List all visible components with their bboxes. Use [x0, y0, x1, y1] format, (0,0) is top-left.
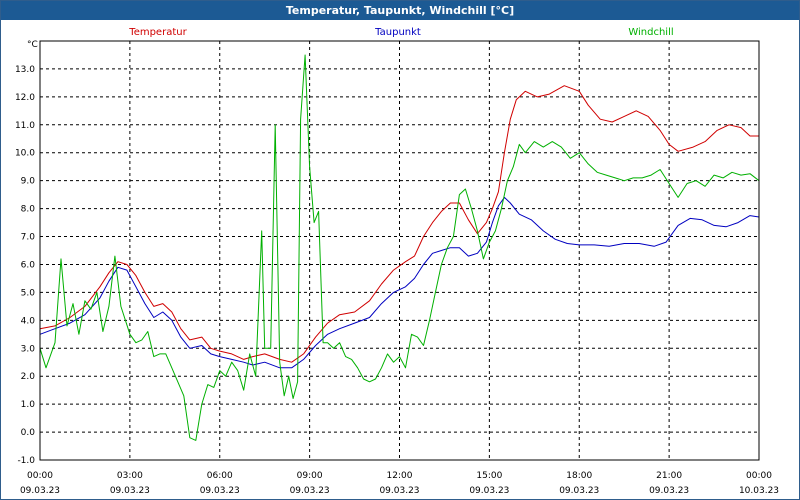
y-tick-label: 0.0: [21, 428, 36, 438]
line-chart: 13.0 12.0 11.0 10.0 9.0 8.0 7.0 6.0 5.0 4.0 3.0 2.0…: [15, 27, 779, 496]
x-tick-date: 09.03.23: [110, 486, 150, 496]
x-tick-time: 12:00: [387, 471, 413, 481]
x-tick-time: 00:00: [746, 471, 772, 481]
y-tick-label: 9.0: [21, 177, 36, 187]
x-tick-time: 00:00: [27, 471, 53, 481]
x-tick-date: 09.03.23: [649, 486, 689, 496]
x-tick-time: 06:00: [207, 471, 233, 481]
x-tick-time: 21:00: [656, 471, 682, 481]
y-tick-label: 4.0: [21, 316, 36, 326]
y-tick-label: 6.0: [21, 260, 36, 270]
legend-item-temperatur: Temperatur: [128, 27, 187, 38]
x-tick-date: 09.03.23: [559, 486, 599, 496]
y-tick-label: 2.0: [21, 372, 36, 382]
y-tick-label: 7.0: [21, 233, 36, 243]
x-tick-time: 15:00: [476, 471, 502, 481]
y-tick-label: 5.0: [21, 288, 36, 298]
legend: Temperatur Taupunkt Windchill: [128, 27, 673, 38]
x-tick-date: 09.03.23: [379, 486, 419, 496]
y-tick-label: 10.0: [15, 149, 35, 159]
y-tick-label: 12.0: [15, 93, 35, 103]
x-tick-date: 09.03.23: [290, 486, 330, 496]
y-axis-unit: °C: [27, 40, 38, 50]
y-tick-label: 11.0: [15, 121, 35, 131]
x-tick-date: 09.03.23: [200, 486, 240, 496]
y-tick-label: 3.0: [21, 344, 36, 354]
x-tick-date: 10.03.23: [739, 486, 779, 496]
x-axis-labels: 00:00 09.03.23 03:00 09.03.23 06:00 09.03.23 0…: [20, 471, 779, 496]
y-axis-labels: 13.0 12.0 11.0 10.0 9.0 8.0 7.0 6.0 5.0 4.0 3.0 2.0…: [15, 65, 35, 466]
grid: [40, 41, 759, 460]
chart-window: 13.0 12.0 11.0 10.0 9.0 8.0 7.0 6.0 5.0 4.0 3.0 2.0…: [0, 0, 800, 500]
y-tick-label: -1.0: [17, 456, 35, 466]
y-tick-label: 8.0: [21, 205, 36, 215]
y-tick-label: 1.0: [21, 400, 36, 410]
x-tick-time: 03:00: [117, 471, 143, 481]
x-tick-date: 09.03.23: [469, 486, 509, 496]
legend-item-taupunkt: Taupunkt: [374, 27, 421, 38]
legend-item-windchill: Windchill: [628, 27, 673, 38]
window-title: Temperatur, Taupunkt, Windchill [°C]: [1, 1, 799, 20]
x-tick-time: 09:00: [297, 471, 323, 481]
y-tick-label: 13.0: [15, 65, 35, 75]
x-tick-date: 09.03.23: [20, 486, 60, 496]
x-tick-time: 18:00: [566, 471, 592, 481]
